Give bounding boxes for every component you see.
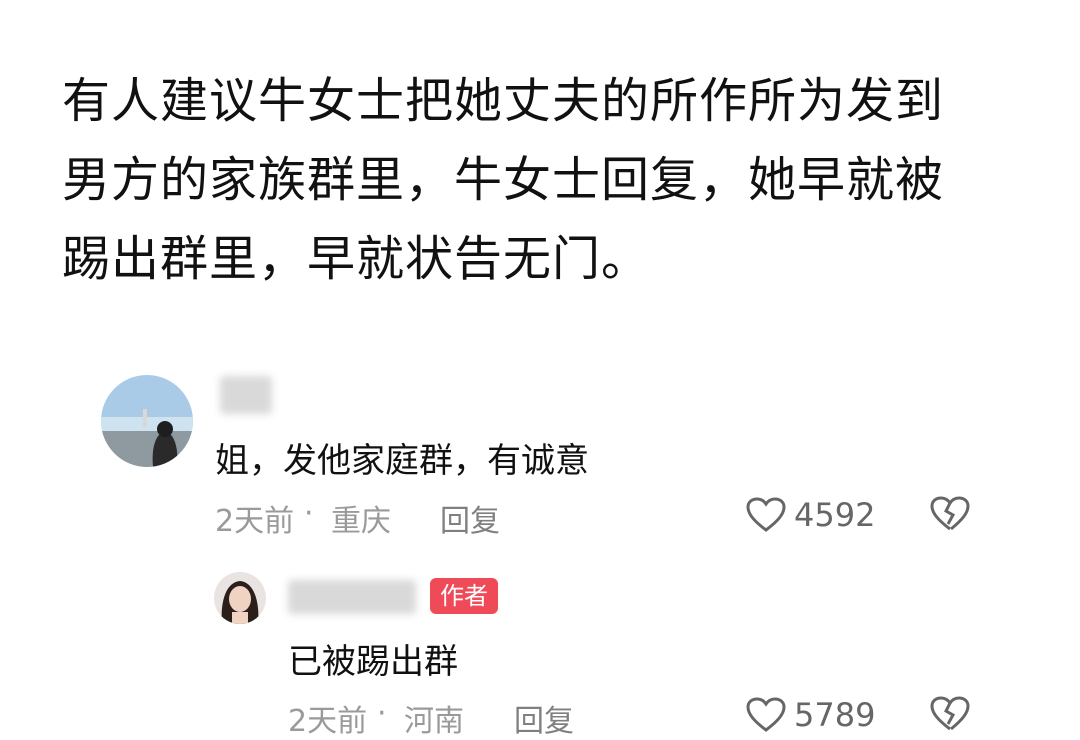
reply-comment-text: 已被踢出群 [288,642,458,682]
author-name-blurred [288,580,416,614]
reply-button[interactable]: 回复 [514,696,574,740]
author-badge: 作者 [430,578,498,614]
reply-location: 河南 [404,704,464,739]
commenter-avatar[interactable] [101,375,193,467]
comment-location: 重庆 [331,504,391,539]
comment-text: 姐，发他家庭群，有诚意 [215,441,589,481]
heart-icon [746,697,786,732]
like-button[interactable]: 5789 [746,696,875,734]
reply-button[interactable]: 回复 [440,496,500,540]
meta-separator: · [304,496,314,531]
heart-icon [746,497,786,532]
like-count: 5789 [794,696,876,734]
article-text: 有人建议牛女士把她丈夫的所作所为发到男方的家族群里，牛女士回复，她早就被踢出群里… [62,73,945,287]
woman-portrait-avatar-icon [214,572,266,624]
broken-heart-icon [930,696,970,731]
broken-heart-icon [930,496,970,531]
like-button[interactable]: 4592 [746,496,875,534]
dislike-button[interactable] [930,496,970,532]
beach-photo-avatar-icon [101,375,193,467]
author-avatar[interactable] [214,572,266,624]
comment-time: 2天前 [215,504,295,539]
dislike-button[interactable] [930,696,970,732]
reply-time: 2天前 [288,704,368,739]
commenter-name-blurred [220,376,272,414]
like-count: 4592 [794,496,876,534]
